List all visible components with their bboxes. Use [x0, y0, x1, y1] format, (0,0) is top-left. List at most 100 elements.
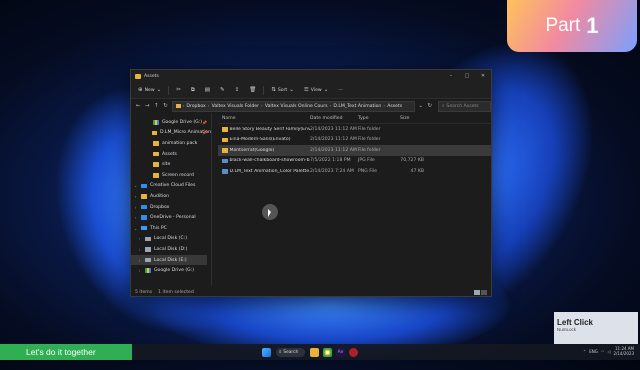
breadcrumb[interactable]: Dropbox	[186, 104, 205, 109]
sidebar-item[interactable]: › Local Disk (D:)	[131, 244, 211, 255]
refresh-icon[interactable]: ↻	[162, 103, 168, 109]
maximize-button[interactable]: □	[459, 73, 475, 79]
refresh-icon[interactable]: ↻	[427, 103, 433, 109]
address-dropdown-icon[interactable]: ⌄	[418, 103, 424, 109]
file-name: D.LM_Text Animation_Color Palette.png	[229, 168, 311, 174]
expand-chevron-icon[interactable]: ›	[137, 247, 142, 252]
column-date[interactable]: Date modified	[310, 116, 358, 121]
sidebar-item[interactable]: animation pack	[131, 138, 211, 149]
sidebar-item[interactable]: Screen record	[131, 170, 211, 181]
cell-name: Belle Story Beauty Serif Family(Envato)	[218, 127, 310, 132]
sidebar-item-label: Creative Cloud Files	[150, 183, 196, 189]
column-type[interactable]: Type	[358, 116, 400, 121]
taskbar-search-label: Search	[283, 349, 299, 355]
cell-name: Montserrat(Google)	[218, 148, 310, 153]
cell-date: 2/14/2023 7:24 AM	[310, 168, 354, 174]
expand-chevron-icon[interactable]: ⌄	[133, 226, 138, 231]
cell-name: D.LM_Text Animation_Color Palette.png	[218, 169, 310, 174]
volume-icon[interactable]: ◁	[607, 349, 610, 354]
new-button[interactable]: ⊕ New ⌄	[135, 86, 164, 94]
search-icon: ⌕	[441, 104, 445, 109]
wifi-icon[interactable]: ◠	[601, 349, 605, 354]
expand-chevron-icon[interactable]: ›	[137, 268, 142, 273]
breadcrumb[interactable]: Valtex Visuals Online Cours	[265, 104, 328, 109]
sidebar-item-label: Screen record	[162, 172, 194, 178]
folder-icon	[141, 194, 147, 199]
sidebar-item[interactable]: › Local Disk (C:)	[131, 234, 211, 245]
table-row[interactable]: Belle Story Beauty Serif Family(Envato)2…	[218, 124, 491, 135]
paste-button[interactable]: ▤	[202, 86, 213, 94]
breadcrumb[interactable]: Assets	[387, 104, 402, 109]
pin-icon: 📌	[202, 130, 207, 136]
cell-date: 7/5/2022 1:18 PM	[310, 158, 351, 164]
sidebar-item-label: animation pack	[162, 140, 198, 146]
sidebar-item[interactable]: Google Drive (G:) 📌	[131, 117, 211, 128]
sort-button[interactable]: ⇅ Sort ⌄	[268, 86, 297, 94]
sidebar-item[interactable]: › Audition	[131, 191, 211, 202]
share-button[interactable]: ⇪	[232, 86, 243, 94]
file-explorer-icon[interactable]	[310, 347, 319, 357]
copy-button[interactable]: ⧉	[188, 86, 198, 95]
minimize-button[interactable]: –	[443, 73, 459, 79]
expand-chevron-icon[interactable]: ›	[137, 258, 142, 263]
plus-icon: ⊕	[138, 87, 143, 93]
start-icon[interactable]	[262, 347, 271, 357]
folder-icon	[153, 162, 159, 167]
tooltip-title: Left Click	[557, 318, 594, 327]
view-switcher	[474, 290, 487, 295]
rename-button[interactable]: ✎	[217, 86, 228, 94]
title-bar[interactable]: Assets – □ ✕	[131, 70, 491, 82]
sidebar-item[interactable]: › Dropbox	[131, 202, 211, 213]
column-name[interactable]: Name	[218, 116, 310, 121]
sidebar-item[interactable]: ⌄ Creative Cloud Files	[131, 181, 211, 192]
up-arrow-icon[interactable]: ↑	[153, 103, 159, 109]
delete-button[interactable]: 🗑	[246, 86, 259, 94]
column-size[interactable]: Size	[400, 116, 424, 121]
clock[interactable]: 11:24 AM 2/14/2023	[613, 346, 634, 356]
forward-arrow-icon[interactable]: →	[144, 103, 150, 109]
expand-chevron-icon[interactable]: ›	[133, 215, 138, 220]
back-arrow-icon[interactable]: ←	[135, 103, 141, 109]
chrome-icon[interactable]	[323, 347, 332, 357]
taskbar-search[interactable]: ⌕ Search	[276, 347, 305, 357]
expand-chevron-icon[interactable]: ›	[137, 236, 142, 241]
breadcrumb[interactable]: Valtex Visuals Folder	[212, 104, 259, 109]
search-input[interactable]: ⌕ Search Assets	[437, 100, 492, 112]
file-name: Montserrat(Google)	[229, 147, 275, 153]
details-view-icon[interactable]	[474, 290, 480, 295]
table-row[interactable]: Eina-Modern-Sans(Envato) 2/14/2023 11:12 …	[218, 135, 491, 146]
after-effects-icon[interactable]: Ae	[336, 347, 345, 357]
google-drive-icon	[145, 268, 151, 273]
sidebar-item[interactable]: Assets	[131, 149, 211, 160]
tiles-view-icon[interactable]	[481, 290, 487, 295]
tooltip-subtitle: NumLock	[557, 327, 577, 332]
chevron-up-icon[interactable]: ⌃	[583, 349, 586, 354]
recorder-icon[interactable]	[349, 347, 358, 357]
view-button[interactable]: ☰ View ⌄	[301, 86, 331, 94]
selection-count: 1 item selected	[158, 290, 194, 295]
sidebar-item[interactable]: D.LM_Micro Animation 📌	[131, 128, 211, 139]
table-row[interactable]: black-wall-chalkboard-showroom-backg...7…	[218, 156, 491, 167]
cell-size: 70,727 KB	[400, 158, 424, 164]
cell-size: 47 KB	[410, 168, 424, 174]
sidebar-item[interactable]: › Local Disk (E:)	[131, 254, 207, 266]
close-button[interactable]: ✕	[475, 73, 491, 79]
expand-chevron-icon[interactable]: ⌄	[133, 183, 138, 188]
expand-chevron-icon[interactable]: ›	[133, 194, 138, 199]
expand-chevron-icon[interactable]: ›	[133, 205, 138, 210]
sort-icon: ⇅	[271, 87, 276, 93]
breadcrumb[interactable]: D.LM_Text Animation	[333, 104, 381, 109]
cursor-icon	[262, 204, 278, 220]
chevron-down-icon: ⌄	[289, 87, 294, 93]
language-indicator[interactable]: ENG	[589, 349, 598, 354]
more-button[interactable]: ···	[335, 87, 345, 94]
sidebar-item[interactable]: › OneDrive - Personal	[131, 212, 211, 223]
cut-button[interactable]: ✂	[173, 86, 184, 94]
address-bar[interactable]: › Dropbox › Valtex Visuals Folder › Valt…	[171, 100, 415, 112]
folder-icon	[222, 148, 228, 153]
table-row[interactable]: D.LM_Text Animation_Color Palette.png2/1…	[218, 166, 491, 177]
sidebar-item[interactable]: site	[131, 159, 211, 170]
sidebar-item[interactable]: ⌄ This PC	[131, 223, 211, 234]
table-row[interactable]: Montserrat(Google) 2/14/2023 11:12 AM File…	[218, 145, 491, 156]
sidebar-item[interactable]: › Google Drive (G:)	[131, 265, 211, 276]
